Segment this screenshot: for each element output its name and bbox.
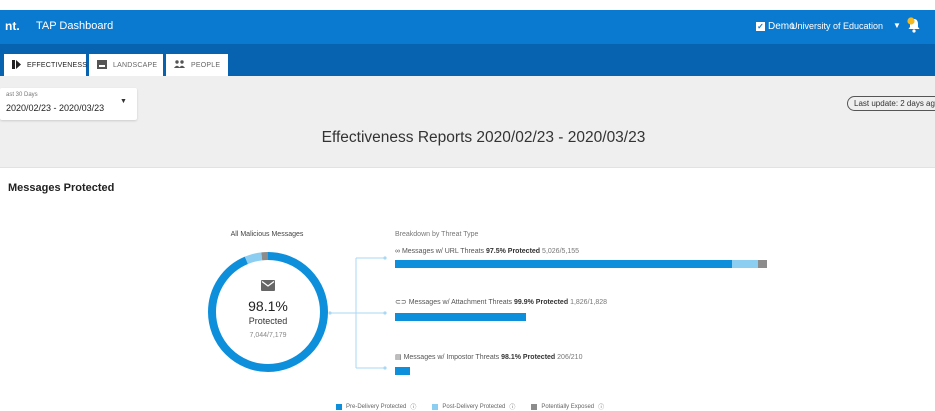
last-update-badge[interactable]: Last update: 2 days ago (847, 96, 935, 111)
legend-swatch (336, 403, 342, 410)
threat-name: Messages w/ Impostor Threats (403, 354, 500, 361)
tab-people[interactable]: PEOPLE (166, 54, 228, 76)
top-bar: nt. TAP Dashboard ✓ Demo University of E… (0, 10, 935, 44)
threat-percent: 97.5% Protected (486, 248, 541, 255)
breakdown-title: Breakdown by Threat Type (395, 231, 479, 238)
threat-name: Messages w/ URL Threats (401, 248, 485, 255)
chevron-down-icon[interactable]: ▼ (893, 21, 901, 30)
filter-bar: ast 30 Days 2020/02/23 - 2020/03/23 ▼ La… (0, 76, 935, 168)
page-title: Effectiveness Reports 2020/02/23 - 2020/… (321, 129, 646, 146)
legend-swatch (531, 403, 538, 410)
org-selector[interactable]: University of Education (791, 21, 883, 31)
threat-percent: 99.9% Protected (514, 299, 569, 306)
tab-label: EFFECTIVENESS (27, 61, 88, 69)
threat-count: 1,826/1,828 (570, 299, 608, 306)
legend-item-exposed[interactable]: Potentially Exposed ⓘ (531, 402, 604, 411)
legend-item-pre[interactable]: Pre-Delivery Protected ⓘ (336, 402, 416, 411)
demo-toggle[interactable]: ✓ Demo (756, 21, 795, 32)
info-icon[interactable]: ⓘ (509, 402, 515, 411)
threat-name: Messages w/ Attachment Threats (408, 299, 513, 306)
landscape-icon (97, 59, 107, 71)
legend-label: Pre-Delivery Protected (346, 403, 407, 410)
date-range-label: ast 30 Days (6, 92, 38, 98)
mail-icon (261, 278, 275, 296)
impostor-icon: ▤ (395, 354, 402, 361)
date-range-value: 2020/02/23 - 2020/03/23 (6, 103, 105, 113)
threat-percent: 98.1% Protected (501, 354, 556, 361)
legend-label: Post-Delivery Protected (442, 403, 506, 410)
legend-item-post[interactable]: Post-Delivery Protected ⓘ (432, 402, 515, 411)
legend: Pre-Delivery Protected ⓘ Post-Delivery P… (336, 402, 604, 411)
checkbox-icon[interactable]: ✓ (756, 22, 765, 31)
attachment-icon: ⊂⊃ (395, 299, 407, 306)
url-bar-post[interactable] (732, 260, 758, 268)
donut-title: All Malicious Messages (230, 231, 304, 238)
tab-bar: EFFECTIVENESS LANDSCAPE PEOPLE (0, 44, 935, 76)
brand-logo[interactable]: nt. (5, 19, 20, 33)
threat-url-label: ∞ Messages w/ URL Threats 97.5% Protecte… (395, 248, 579, 255)
info-icon[interactable]: ⓘ (598, 402, 604, 411)
app-title: TAP Dashboard (36, 20, 114, 32)
section-title: Messages Protected (8, 182, 115, 194)
threat-count: 5,026/5,155 (542, 248, 580, 255)
tab-label: PEOPLE (191, 61, 221, 69)
tab-effectiveness[interactable]: EFFECTIVENESS (4, 54, 88, 76)
threat-count: 206/210 (557, 354, 583, 361)
protected-count: 7,044/7,179 (249, 332, 287, 339)
threat-attachment-label: ⊂⊃ Messages w/ Attachment Threats 99.9% … (395, 298, 607, 306)
donut-center: 98.1% Protected 7,044/7,179 (206, 250, 330, 374)
attachment-bar-pre[interactable] (395, 313, 526, 321)
tab-label: LANDSCAPE (113, 61, 158, 69)
effectiveness-icon (12, 59, 21, 71)
protected-label: Protected (248, 316, 288, 326)
tab-landscape[interactable]: LANDSCAPE (89, 54, 163, 76)
notification-bell-icon[interactable] (906, 16, 922, 39)
legend-label: Potentially Exposed (541, 403, 595, 410)
threat-impostor-label: ▤ Messages w/ Impostor Threats 98.1% Pro… (395, 353, 582, 361)
protected-percent: 98.1% (248, 298, 288, 314)
info-icon[interactable]: ⓘ (410, 402, 416, 411)
people-icon (174, 60, 185, 70)
url-bar-exposed[interactable] (758, 260, 767, 268)
chevron-down-icon[interactable]: ▼ (120, 98, 127, 105)
legend-swatch (432, 403, 439, 410)
url-bar-pre[interactable] (395, 260, 732, 268)
link-icon: ∞ (395, 248, 400, 255)
date-range-select[interactable]: ast 30 Days 2020/02/23 - 2020/03/23 ▼ (0, 88, 137, 120)
impostor-bar-pre[interactable] (395, 367, 410, 375)
